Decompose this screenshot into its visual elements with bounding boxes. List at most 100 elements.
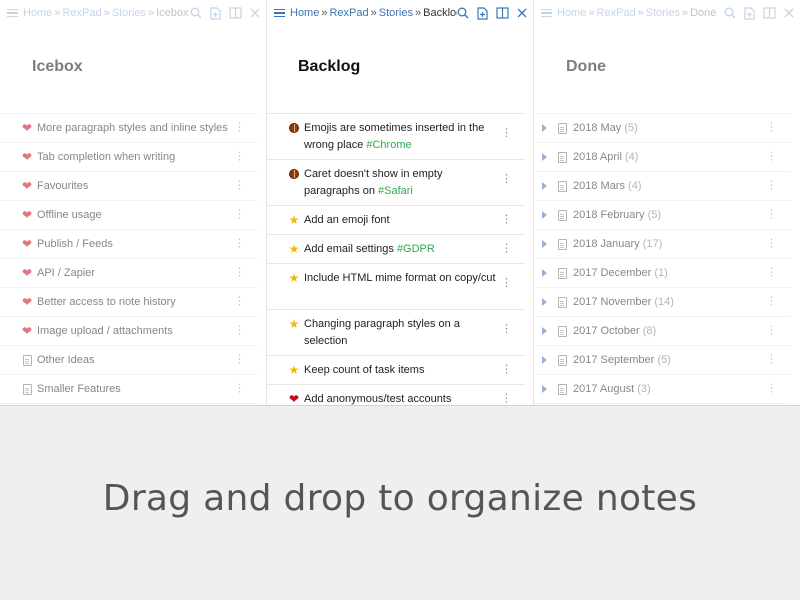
list-item[interactable]: ★ Add an emoji font ⋮	[267, 206, 525, 235]
more-options-icon[interactable]: ⋮	[766, 122, 777, 134]
more-options-icon[interactable]: ⋮	[501, 128, 512, 139]
list-item[interactable]: Caret doesn't show in empty paragraphs o…	[267, 160, 525, 206]
more-options-icon[interactable]: ⋮	[501, 364, 512, 376]
list-item[interactable]: 2017 August (3) ⋮	[534, 375, 790, 404]
more-options-icon[interactable]: ⋮	[234, 122, 245, 134]
list-item[interactable]: ❤ More paragraph styles and inline styles…	[0, 114, 258, 143]
menu-icon[interactable]	[274, 8, 285, 18]
list-item[interactable]: ❤ Publish / Feeds ⋮	[0, 230, 258, 259]
disclosure-triangle-icon[interactable]	[542, 298, 547, 306]
more-options-icon[interactable]: ⋮	[501, 324, 512, 335]
list-item[interactable]: ★ Add email settings #GDPR ⋮	[267, 235, 525, 264]
new-note-icon[interactable]	[744, 6, 755, 20]
breadcrumb-rexpad[interactable]: RexPad	[329, 7, 368, 19]
more-options-icon[interactable]: ⋮	[501, 243, 512, 255]
list-item[interactable]: ★ Changing paragraph styles on a selectio…	[267, 310, 525, 356]
more-options-icon[interactable]: ⋮	[234, 383, 245, 395]
menu-icon[interactable]	[541, 8, 552, 18]
split-view-icon[interactable]	[763, 7, 776, 19]
more-options-icon[interactable]: ⋮	[501, 393, 512, 405]
more-options-icon[interactable]: ⋮	[766, 296, 777, 308]
more-options-icon[interactable]: ⋮	[234, 238, 245, 250]
search-icon[interactable]	[190, 7, 202, 19]
disclosure-triangle-icon[interactable]	[542, 153, 547, 161]
breadcrumb-home[interactable]: Home	[557, 7, 586, 19]
more-options-icon[interactable]: ⋮	[766, 383, 777, 395]
breadcrumb-home[interactable]: Home	[290, 7, 319, 19]
more-options-icon[interactable]: ⋮	[766, 151, 777, 163]
list-item[interactable]: ❤ Offline usage ⋮	[0, 201, 258, 230]
item-count: (5)	[624, 122, 638, 134]
list-item[interactable]: Browser oddities⋮	[0, 404, 258, 405]
list-item-label: Add email settings #GDPR	[304, 243, 525, 255]
breadcrumb-home[interactable]: Home	[23, 7, 52, 19]
more-options-icon[interactable]: ⋮	[501, 278, 512, 289]
disclosure-triangle-icon[interactable]	[542, 356, 547, 364]
breadcrumb-current: Icebox	[156, 7, 189, 19]
list-item[interactable]: 2017 October (8) ⋮	[534, 317, 790, 346]
more-options-icon[interactable]: ⋮	[234, 354, 245, 366]
more-options-icon[interactable]: ⋮	[766, 238, 777, 250]
list-item[interactable]: Other Ideas ⋮	[0, 346, 258, 375]
list-item[interactable]: ❤ Better access to note history ⋮	[0, 288, 258, 317]
list-item[interactable]: ❤ Add anonymous/test accounts ⋮	[267, 385, 525, 405]
close-icon[interactable]	[517, 8, 527, 18]
list-item[interactable]: 2018 January (17) ⋮	[534, 230, 790, 259]
list-item[interactable]: 2018 Mars (4) ⋮	[534, 172, 790, 201]
breadcrumb-rexpad[interactable]: RexPad	[596, 7, 635, 19]
list-item[interactable]: ★ Include HTML mime format on copy/cut ⋮	[267, 264, 525, 310]
search-icon[interactable]	[724, 7, 736, 19]
more-options-icon[interactable]: ⋮	[501, 214, 512, 226]
breadcrumb-stories[interactable]: Stories	[646, 7, 680, 19]
breadcrumb-rexpad[interactable]: RexPad	[62, 7, 101, 19]
close-icon[interactable]	[784, 8, 794, 18]
new-note-icon[interactable]	[210, 6, 221, 20]
disclosure-triangle-icon[interactable]	[542, 124, 547, 132]
disclosure-triangle-icon[interactable]	[542, 327, 547, 335]
list-item[interactable]: Emojis are sometimes inserted in the wro…	[267, 114, 525, 160]
item-count: (8)	[642, 325, 657, 337]
split-view-icon[interactable]	[496, 7, 509, 19]
hashtag-link[interactable]: #GDPR	[397, 243, 435, 255]
more-options-icon[interactable]: ⋮	[234, 325, 245, 337]
more-options-icon[interactable]: ⋮	[234, 267, 245, 279]
disclosure-triangle-icon[interactable]	[542, 385, 547, 393]
list-item[interactable]: 2017 December (1) ⋮	[534, 259, 790, 288]
split-view-icon[interactable]	[229, 7, 242, 19]
list-item[interactable]: ❤ Image upload / attachments ⋮	[0, 317, 258, 346]
disclosure-triangle-icon[interactable]	[542, 269, 547, 277]
more-options-icon[interactable]: ⋮	[501, 174, 512, 185]
more-options-icon[interactable]: ⋮	[766, 267, 777, 279]
list-item[interactable]: ❤ Favourites ⋮	[0, 172, 258, 201]
list-item[interactable]: 2017 November (14) ⋮	[534, 288, 790, 317]
new-note-icon[interactable]	[477, 6, 488, 20]
list-item[interactable]: 2017 July (6)⋮	[534, 404, 790, 405]
more-options-icon[interactable]: ⋮	[234, 180, 245, 192]
list-item[interactable]: 2018 February (5) ⋮	[534, 201, 790, 230]
more-options-icon[interactable]: ⋮	[234, 296, 245, 308]
list-item[interactable]: Smaller Features ⋮	[0, 375, 258, 404]
more-options-icon[interactable]: ⋮	[234, 151, 245, 163]
search-icon[interactable]	[457, 7, 469, 19]
breadcrumb-stories[interactable]: Stories	[379, 7, 413, 19]
list-item[interactable]: ❤ API / Zapier ⋮	[0, 259, 258, 288]
list-item[interactable]: 2017 September (5) ⋮	[534, 346, 790, 375]
breadcrumb-stories[interactable]: Stories	[112, 7, 146, 19]
list-item[interactable]: ★ Keep count of task items ⋮	[267, 356, 525, 385]
disclosure-triangle-icon[interactable]	[542, 240, 547, 248]
more-options-icon[interactable]: ⋮	[234, 209, 245, 221]
list-item[interactable]: 2018 May (5) ⋮	[534, 114, 790, 143]
more-options-icon[interactable]: ⋮	[766, 180, 777, 192]
more-options-icon[interactable]: ⋮	[766, 325, 777, 337]
disclosure-triangle-icon[interactable]	[542, 211, 547, 219]
hashtag-link[interactable]: #Chrome	[366, 139, 411, 151]
close-icon[interactable]	[250, 8, 260, 18]
list-item[interactable]: ❤ Tab completion when writing ⋮	[0, 143, 258, 172]
disclosure-triangle-icon[interactable]	[542, 182, 547, 190]
more-options-icon[interactable]: ⋮	[766, 354, 777, 366]
menu-icon[interactable]	[7, 8, 18, 18]
list-item[interactable]: 2018 April (4) ⋮	[534, 143, 790, 172]
hashtag-link[interactable]: #Safari	[378, 185, 413, 197]
heart-icon: ❤	[21, 208, 33, 222]
more-options-icon[interactable]: ⋮	[766, 209, 777, 221]
